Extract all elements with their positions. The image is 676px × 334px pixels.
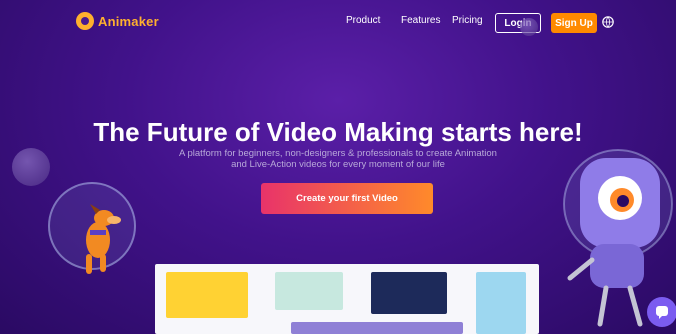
nav-features[interactable]: Features [401, 15, 440, 26]
animaker-logo-icon [76, 12, 94, 30]
template-card-green[interactable] [275, 272, 343, 310]
brand-logo[interactable]: Animaker [76, 12, 159, 30]
globe-icon[interactable] [602, 16, 614, 28]
hero-headline: The Future of Video Making starts here! [93, 117, 583, 148]
create-video-button[interactable]: Create your first Video [261, 183, 433, 214]
hero-subheadline-line-1: A platform for beginners, non-designers … [179, 148, 497, 159]
template-card-skyblue[interactable] [476, 272, 526, 334]
astronaut-dog-illustration [86, 204, 121, 274]
hero-subheadline-line-2: and Live-Action videos for every moment … [231, 159, 445, 170]
small-planet-decoration [520, 18, 538, 36]
nav-pricing[interactable]: Pricing [452, 15, 483, 26]
chat-bubble-icon [656, 306, 668, 319]
brand-name: Animaker [98, 13, 159, 29]
template-card-navy[interactable] [371, 272, 447, 314]
template-card-purple[interactable] [291, 322, 463, 334]
top-navigation-bar: Animaker Product Features Pricing Login … [0, 0, 676, 46]
signup-button[interactable]: Sign Up [551, 13, 597, 33]
chat-widget-button[interactable] [647, 297, 676, 327]
planet-decoration [12, 148, 50, 186]
template-card-yellow[interactable] [166, 272, 248, 318]
nav-product[interactable]: Product [346, 15, 380, 26]
hero-subheadline: A platform for beginners, non-designers … [160, 148, 516, 170]
